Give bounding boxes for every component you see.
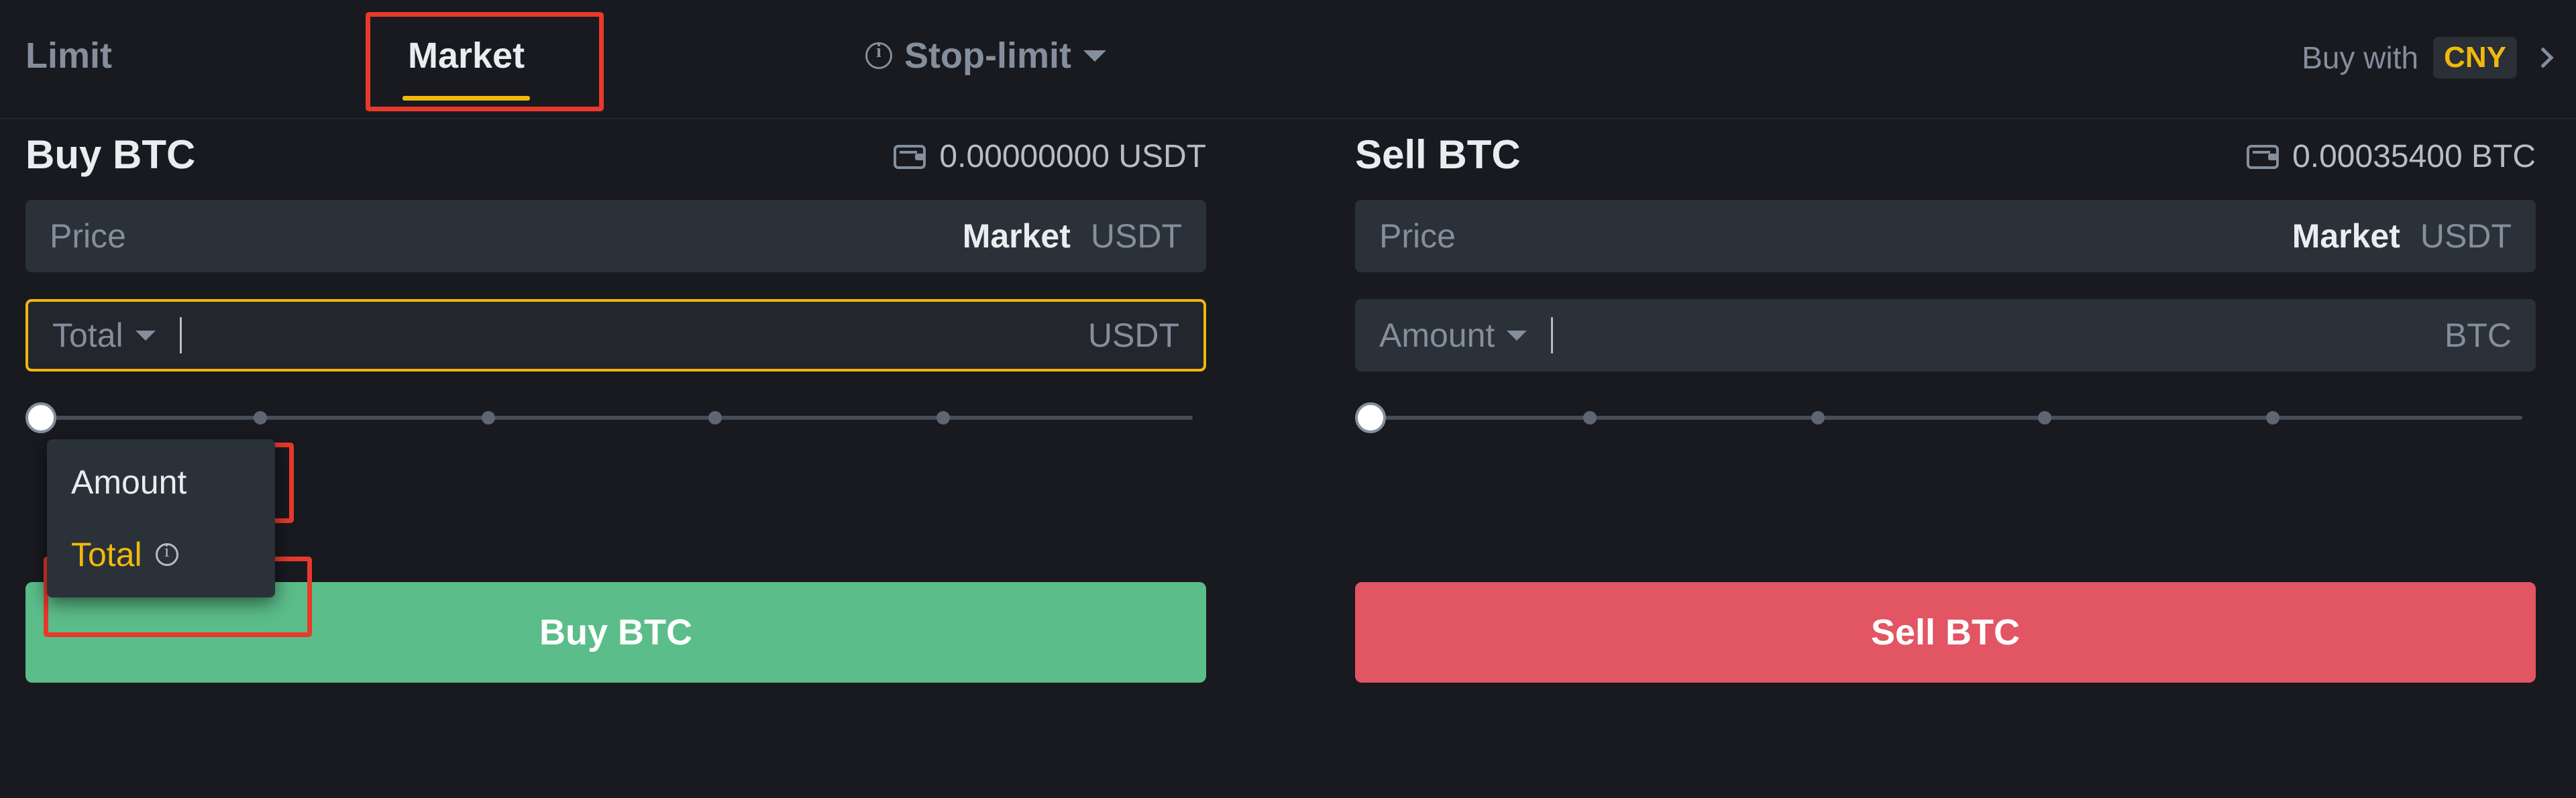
sell-slider-dot-100[interactable]	[2266, 411, 2279, 424]
buy-slider-dot-75[interactable]	[708, 411, 722, 424]
sell-slider-dot-75[interactable]	[2038, 411, 2051, 424]
sell-price-unit: USDT	[2420, 217, 2512, 255]
chevron-down-icon[interactable]	[135, 330, 156, 341]
amount-total-dropdown: Amount Total	[47, 439, 275, 597]
chevron-down-icon[interactable]	[1507, 330, 1527, 341]
sell-amount-label: Amount	[1379, 317, 1495, 354]
tab-market[interactable]: Market	[408, 35, 525, 76]
buy-total-field[interactable]: Total USDT	[25, 299, 1206, 372]
sell-amount-unit: BTC	[2445, 317, 2512, 354]
text-caret	[179, 317, 182, 353]
tab-stop-limit[interactable]: Stop-limit	[865, 35, 1106, 76]
buy-price-unit: USDT	[1090, 217, 1182, 255]
buy-slider-dot-100[interactable]	[936, 411, 950, 424]
sell-slider-dot-25[interactable]	[1583, 411, 1597, 424]
sell-slider-dot-50[interactable]	[1811, 411, 1825, 424]
dropdown-item-amount[interactable]: Amount	[47, 446, 275, 518]
sell-panel-title: Sell BTC	[1355, 132, 1521, 177]
tab-limit[interactable]: Limit	[25, 35, 112, 76]
buy-panel-title: Buy BTC	[25, 132, 196, 177]
sell-balance: 0.00035400 BTC	[2247, 138, 2536, 175]
currency-badge: CNY	[2433, 37, 2517, 78]
trading-widget: Limit Market Stop-limit Buy with CNY Buy…	[0, 0, 2576, 798]
tab-market-label: Market	[408, 36, 525, 76]
buy-slider-dot-50[interactable]	[482, 411, 495, 424]
buy-total-label: Total	[52, 317, 123, 354]
buy-total-unit: USDT	[1087, 317, 1179, 354]
buy-slider-dot-25[interactable]	[254, 411, 267, 424]
buy-with-currency[interactable]: Buy with CNY	[2302, 37, 2554, 78]
sell-panel-header: Sell BTC 0.00035400 BTC	[1355, 119, 2536, 200]
sell-slider-track	[1368, 416, 2522, 420]
tab-stop-limit-label: Stop-limit	[904, 36, 1071, 76]
sell-amount-field[interactable]: Amount BTC	[1355, 299, 2536, 372]
buy-price-field[interactable]: Price Market USDT	[25, 200, 1206, 272]
chevron-right-icon	[2532, 47, 2554, 68]
buy-panel-header: Buy BTC 0.00000000 USDT	[25, 119, 1206, 200]
sell-amount-slider[interactable]	[1355, 398, 2536, 439]
wallet-icon	[2247, 144, 2279, 169]
tab-limit-label: Limit	[25, 36, 112, 76]
buy-balance-value: 0.00000000 USDT	[939, 139, 1206, 174]
buy-slider-knob[interactable]	[25, 402, 56, 433]
wallet-icon	[894, 144, 926, 169]
buy-balance: 0.00000000 USDT	[894, 138, 1206, 175]
tab-market-active-indicator	[402, 96, 530, 101]
text-caret	[1551, 317, 1554, 353]
chevron-down-icon[interactable]	[1083, 50, 1106, 62]
dropdown-item-amount-label: Amount	[71, 463, 187, 501]
buy-slider-track	[39, 416, 1193, 420]
dropdown-item-total[interactable]: Total	[47, 518, 275, 591]
sell-balance-value: 0.00035400 BTC	[2292, 139, 2536, 174]
order-type-tabbar: Limit Market Stop-limit Buy with CNY	[0, 0, 2576, 119]
buy-amount-slider[interactable]	[25, 398, 1206, 439]
sell-price-field[interactable]: Price Market USDT	[1355, 200, 2536, 272]
sell-price-label: Price	[1379, 217, 1456, 255]
info-icon	[865, 41, 892, 69]
sell-btc-button[interactable]: Sell BTC	[1355, 582, 2536, 683]
buy-price-value: Market	[962, 217, 1071, 255]
buy-price-label: Price	[50, 217, 126, 255]
dropdown-item-total-label: Total	[71, 536, 142, 573]
buy-with-label: Buy with	[2302, 40, 2419, 75]
sell-slider-knob[interactable]	[1355, 402, 1386, 433]
info-icon	[155, 541, 178, 566]
sell-price-value: Market	[2292, 217, 2400, 255]
sell-panel: Sell BTC 0.00035400 BTC Price Market USD…	[1355, 119, 2536, 798]
